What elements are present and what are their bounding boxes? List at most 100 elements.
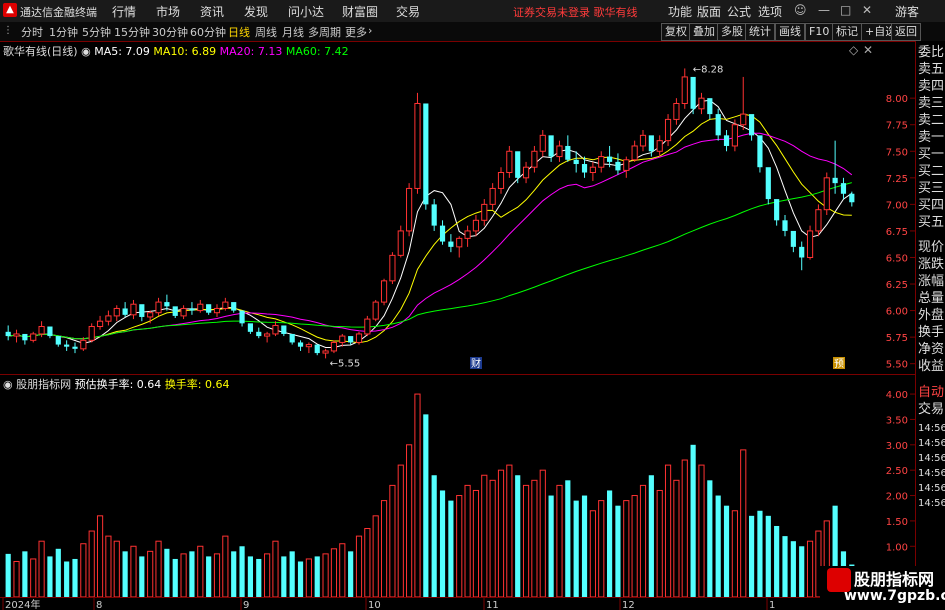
menu-hangqing[interactable]: 行情 <box>112 3 136 20</box>
turnover-bar <box>305 558 312 597</box>
guest-label[interactable]: 游客 <box>895 3 919 20</box>
quote-panel-item[interactable]: 14:56 <box>918 466 945 481</box>
candle-body <box>740 113 747 126</box>
tab-multi-period[interactable]: 多周期 <box>308 24 341 40</box>
multi-stock-button[interactable]: 多股 <box>717 23 747 41</box>
candle-body <box>155 301 162 314</box>
tab-monthly[interactable]: 月线 <box>282 24 304 40</box>
turnover-bar <box>723 505 730 597</box>
quote-panel-item[interactable]: 卖五 <box>918 62 945 77</box>
quote-panel-item[interactable]: 14:56 <box>918 451 945 466</box>
turnover-bar <box>548 495 554 597</box>
diamond-icon[interactable]: ◇ <box>849 43 858 57</box>
turnover-bar <box>439 490 446 597</box>
quote-panel-item[interactable]: 总量 <box>918 291 945 306</box>
vol-axis-label: 3.00 <box>886 441 908 452</box>
menu-faxian[interactable]: 发现 <box>244 3 268 20</box>
turnover-bar <box>130 545 137 597</box>
menu-shichang[interactable]: 市场 <box>156 3 180 20</box>
quote-panel-item[interactable]: 外盘 <box>918 308 945 323</box>
ma10-label: MA10: 6.89 <box>153 45 217 58</box>
tab-60min[interactable]: 60分钟 <box>190 24 226 40</box>
back-button[interactable]: 返回 <box>891 23 921 41</box>
turnover-bar <box>456 495 463 597</box>
overlay-button[interactable]: 叠加 <box>689 23 719 41</box>
turnover-bar <box>707 480 713 597</box>
turnover-bar <box>64 561 70 597</box>
tab-weekly[interactable]: 周线 <box>255 24 277 40</box>
ma5-label: MA5: 7.09 <box>94 45 150 58</box>
candle-body <box>681 76 688 104</box>
f10-button[interactable]: F10 <box>805 23 834 41</box>
candle-body <box>765 167 771 200</box>
quote-panel-item[interactable]: 14:56 <box>918 496 945 511</box>
candle-body <box>790 230 796 247</box>
quote-panel-item[interactable]: 14:56 <box>918 436 945 451</box>
candle-body <box>355 333 363 343</box>
toolbar-handle-icon[interactable]: ⋮ <box>3 25 13 36</box>
tab-15min[interactable]: 15分钟 <box>114 24 150 40</box>
quote-panel-item[interactable]: 14:56 <box>918 481 945 496</box>
quote-panel-item[interactable]: 买四 <box>918 198 945 213</box>
quote-panel-item[interactable]: 卖三 <box>918 96 945 111</box>
draw-line-button[interactable]: 画线 <box>775 23 805 41</box>
tab-fenshi[interactable]: 分时 <box>21 24 43 40</box>
main-legend: 歌华有线(日线) ◉ MA5: 7.09 MA10: 6.89 MA20: 7.… <box>3 43 349 59</box>
tab-1min[interactable]: 1分钟 <box>49 24 78 40</box>
menu-gongneng[interactable]: 功能 <box>668 3 692 20</box>
quote-panel-item[interactable]: 现价 <box>918 240 945 255</box>
close-icon[interactable]: ✕ <box>862 3 872 17</box>
quote-panel-item[interactable]: 净资 <box>918 342 945 357</box>
turnover-bar-chart[interactable]: 4.00 3.50 3.00 2.50 2.00 1.50 1.00 <box>0 375 915 597</box>
quote-panel-item[interactable]: 卖一 <box>918 130 945 145</box>
more-chevron-icon[interactable]: › <box>368 24 372 37</box>
trade-login-warning[interactable]: 证券交易未登录 歌华有线 <box>513 4 638 20</box>
menu-gongshi[interactable]: 公式 <box>727 3 751 20</box>
menu-jiaoyi[interactable]: 交易 <box>396 3 420 20</box>
quote-panel-item[interactable]: 买五 <box>918 215 945 230</box>
quote-panel-item[interactable]: 交易 <box>918 402 945 417</box>
price-chart-panel[interactable]: 8.00 7.75 7.50 7.25 7.00 6.75 6.50 6.25 6.00 5.75… <box>0 41 915 375</box>
app-title: 通达信金融终端 <box>20 6 97 19</box>
turnover-chart-panel[interactable]: 4.00 3.50 3.00 2.50 2.00 1.50 1.00 <box>0 375 915 597</box>
stats-button[interactable]: 统计 <box>745 23 775 41</box>
candle-body <box>581 164 588 173</box>
maximize-icon[interactable]: □ <box>840 3 851 17</box>
menu-wenxiaoda[interactable]: 问小达 <box>288 3 324 20</box>
quote-panel-item[interactable]: 买二 <box>918 164 945 179</box>
mark-button[interactable]: 标记 <box>832 23 862 41</box>
settings-dot-icon[interactable]: ◉ <box>81 45 91 58</box>
menu-banmian[interactable]: 版面 <box>697 3 721 20</box>
tab-more[interactable]: 更多 <box>345 24 367 40</box>
candlestick-chart[interactable]: 8.00 7.75 7.50 7.25 7.00 6.75 6.50 6.25 6.00 5.75… <box>0 41 915 374</box>
quote-panel-item[interactable]: 买三 <box>918 181 945 196</box>
turnover-bar <box>497 469 505 597</box>
turnover-bar <box>88 530 95 597</box>
candle-body <box>122 308 128 315</box>
quote-panel-item[interactable]: 自动 <box>918 385 945 400</box>
user-icon[interactable]: ☺ <box>794 3 807 17</box>
tab-30min[interactable]: 30分钟 <box>152 24 188 40</box>
quote-panel-item[interactable]: 换手 <box>918 325 945 340</box>
indicator-settings-icon[interactable]: ◉ <box>3 378 13 391</box>
tab-daily[interactable]: 日线 <box>228 24 250 40</box>
menu-xuanxiang[interactable]: 选项 <box>758 3 782 20</box>
minimize-icon[interactable]: — <box>818 3 830 17</box>
candle-body <box>348 336 354 343</box>
candle-body <box>96 320 104 328</box>
quote-panel-item[interactable]: 买一 <box>918 147 945 162</box>
quote-panel-item[interactable]: 收益 <box>918 359 945 374</box>
quote-panel-item[interactable]: 涨跌 <box>918 257 945 272</box>
turnover-bar <box>690 444 696 597</box>
quote-panel-item[interactable]: 卖四 <box>918 79 945 94</box>
quote-panel-item[interactable]: 涨幅 <box>918 274 945 289</box>
close-panel-icon[interactable]: ✕ <box>863 43 873 57</box>
menu-caifuquan[interactable]: 财富圈 <box>342 3 378 20</box>
menu-zixun[interactable]: 资讯 <box>200 3 224 20</box>
tab-5min[interactable]: 5分钟 <box>82 24 111 40</box>
quote-panel-item[interactable]: 委比 <box>918 45 945 60</box>
quote-panel-item[interactable]: 14:56 <box>918 421 945 436</box>
candle-body <box>264 333 271 337</box>
quote-panel-item[interactable]: 卖二 <box>918 113 945 128</box>
fuquan-button[interactable]: 复权 <box>661 23 691 41</box>
